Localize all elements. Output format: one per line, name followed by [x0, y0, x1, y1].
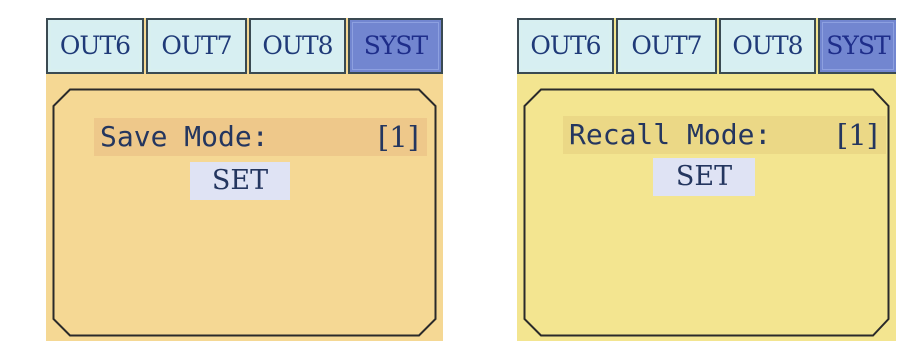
tab-syst[interactable]: SYST [348, 18, 443, 74]
recall-mode-value: [1] [836, 118, 878, 152]
save-mode-label: Save Mode: [100, 120, 269, 153]
tab-out6[interactable]: OUT6 [517, 18, 614, 74]
tab-out6[interactable]: OUT6 [46, 18, 144, 74]
recall-mode-screen: OUT6 OUT7 OUT8 SYST Recall Mode: [1] SET [517, 18, 896, 341]
tab-out8[interactable]: OUT8 [249, 18, 346, 74]
recall-mode-row[interactable]: Recall Mode: [1] [563, 116, 886, 154]
set-button[interactable]: SET [190, 162, 290, 200]
save-mode-value: [1] [377, 120, 419, 154]
tab-out7[interactable]: OUT7 [146, 18, 247, 74]
tab-bar: OUT6 OUT7 OUT8 SYST [517, 18, 896, 76]
set-button[interactable]: SET [653, 158, 755, 196]
tab-syst[interactable]: SYST [818, 18, 896, 74]
tab-bar: OUT6 OUT7 OUT8 SYST [46, 18, 443, 76]
settings-panel: Save Mode: [1] SET [52, 88, 437, 337]
save-mode-row[interactable]: Save Mode: [1] [94, 118, 427, 156]
save-mode-screen: OUT6 OUT7 OUT8 SYST Save Mode: [1] SET [46, 18, 443, 341]
recall-mode-label: Recall Mode: [569, 118, 772, 151]
tab-out8[interactable]: OUT8 [719, 18, 816, 74]
tab-out7[interactable]: OUT7 [616, 18, 717, 74]
settings-panel: Recall Mode: [1] SET [523, 88, 890, 337]
